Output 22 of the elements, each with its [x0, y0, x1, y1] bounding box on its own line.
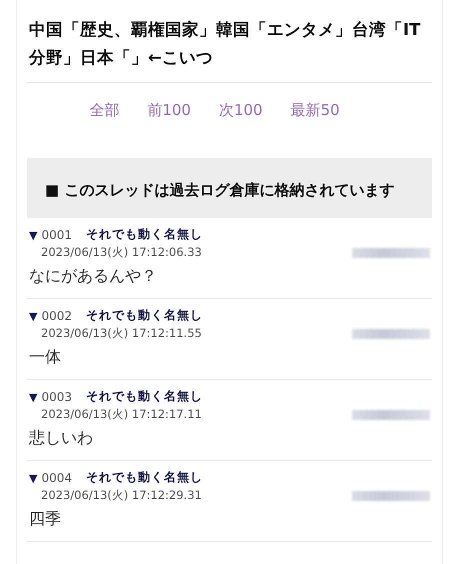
- nav-link[interactable]: 最新50: [290, 101, 340, 120]
- post-body: 四季: [29, 508, 62, 530]
- post-body: なにがあるんや？: [29, 265, 158, 287]
- post-number[interactable]: ▼ 0004: [29, 470, 72, 484]
- poster-name: それでも動く名無し: [86, 307, 204, 324]
- post-body: 一体: [29, 346, 62, 368]
- post-number[interactable]: ▼ 0001: [29, 228, 72, 242]
- post-date: 2023/06/13(火) 17:12:17.11: [41, 407, 202, 422]
- post-date: 2023/06/13(火) 17:12:29.31: [41, 488, 202, 503]
- archive-notice: ■ このスレッドは過去ログ倉庫に格納されています: [27, 158, 432, 218]
- poster-name: それでも動く名無し: [86, 469, 204, 486]
- poster-name: それでも動く名無し: [86, 388, 204, 405]
- post-date: 2023/06/13(火) 17:12:06.33: [41, 245, 202, 260]
- post-date: 2023/06/13(火) 17:12:11.55: [41, 326, 202, 341]
- thread-title: 中国「歴史、覇権国家」韓国「エンタメ」台湾「IT分野」日本「」←こいつ: [27, 16, 432, 83]
- nav-link[interactable]: 次100: [218, 101, 263, 120]
- nav-link[interactable]: 前100: [147, 101, 191, 120]
- post-number[interactable]: ▼ 0002: [29, 308, 72, 322]
- nav-link[interactable]: 全部: [89, 101, 120, 120]
- post-number[interactable]: ▼ 0003: [29, 390, 72, 404]
- post-body: 悲しいわ: [29, 427, 94, 449]
- poster-name: それでも動く名無し: [86, 226, 204, 243]
